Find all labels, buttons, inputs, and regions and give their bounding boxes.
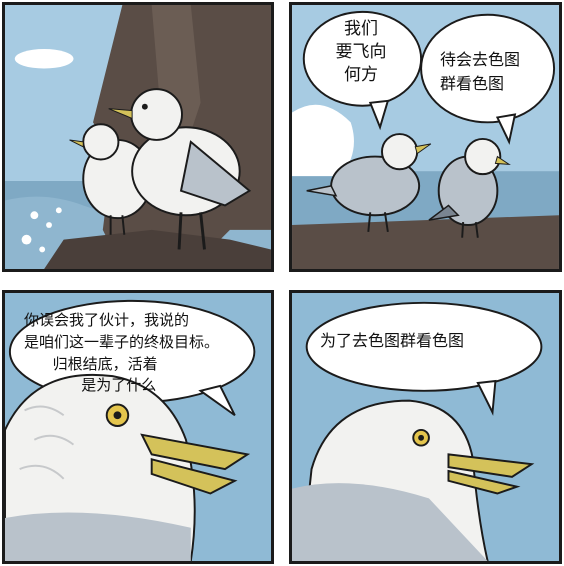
panel-4-speech-text: 为了去色图群看色图: [320, 331, 465, 350]
panel-1-illustration: [5, 5, 271, 269]
panel-2-right-speech-text: 待会去色图 群看色图: [440, 50, 521, 93]
panel-2-left-speech-text: 我们 要飞向 何方: [335, 19, 387, 85]
comic-panel-1: [2, 2, 274, 272]
panel-3-speech-text: 你误会我了伙计，我说的 是咱们这一辈子的终极目标。 归根结底，活着 是为了什么: [24, 311, 220, 395]
